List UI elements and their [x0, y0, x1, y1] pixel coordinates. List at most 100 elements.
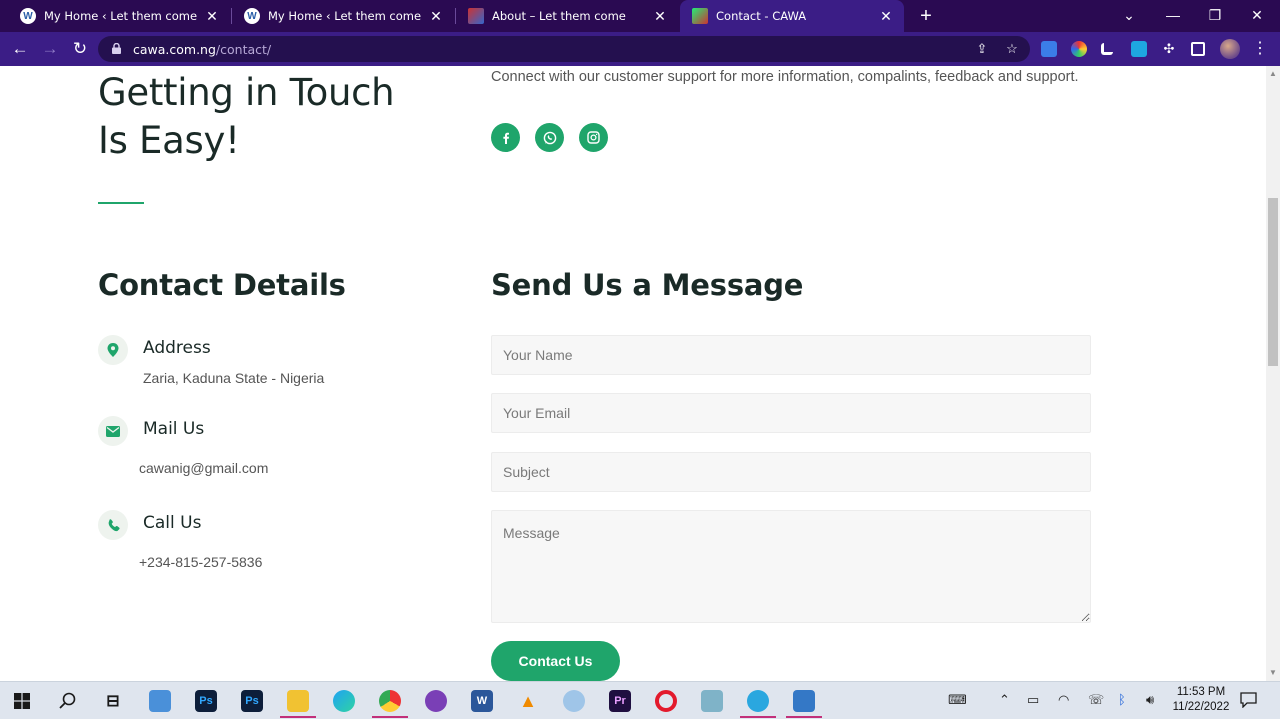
bookmark-star-icon[interactable]: ☆: [1004, 41, 1020, 57]
photoshop-2-icon[interactable]: Ps: [241, 690, 263, 712]
battery-icon[interactable]: ▭: [1027, 692, 1039, 708]
page-scrollbar[interactable]: ▲ ▼: [1266, 66, 1280, 681]
opera-icon[interactable]: [655, 690, 677, 712]
word-icon[interactable]: W: [471, 690, 493, 712]
close-icon[interactable]: ✕: [878, 8, 894, 25]
address-icon-badge: [98, 335, 128, 365]
contact-details-title: Contact Details: [98, 268, 346, 302]
side-panel-icon[interactable]: [1191, 42, 1205, 56]
windows-start-icon[interactable]: [14, 693, 30, 709]
intro-text: Connect with our customer support for mo…: [491, 69, 1079, 85]
extension-docs-icon[interactable]: [1041, 41, 1057, 57]
wifi-icon[interactable]: ◠: [1058, 692, 1069, 708]
close-icon[interactable]: ✕: [652, 8, 668, 25]
extension-color-icon[interactable]: [1071, 41, 1087, 57]
call-label: Call Us: [143, 513, 202, 533]
mail-label: Mail Us: [143, 419, 205, 439]
instagram-link[interactable]: [579, 123, 608, 152]
new-tab-button[interactable]: +: [914, 4, 938, 28]
scrollbar-thumb[interactable]: [1268, 198, 1278, 366]
mail-icon-badge: [98, 416, 128, 446]
extensions-puzzle-icon[interactable]: ✣: [1161, 41, 1177, 57]
chevron-up-icon[interactable]: ⌃: [999, 692, 1010, 708]
task-view-icon[interactable]: ⊟: [102, 690, 124, 712]
browser-toolbar: ← → ↻ cawa.com.ng/contact/ ⇪ ☆ ✣ ⋮: [0, 32, 1280, 66]
tab-title: My Home ‹ Let them come — WordPress: [44, 9, 198, 23]
network-app-icon[interactable]: [563, 690, 585, 712]
address-bar[interactable]: cawa.com.ng/contact/ ⇪ ☆: [98, 36, 1030, 62]
contact-us-button[interactable]: Contact Us: [491, 641, 620, 681]
telegram-icon[interactable]: [747, 690, 769, 712]
restore-button[interactable]: ❐: [1194, 0, 1236, 32]
call-value[interactable]: +234-815-257-5836: [139, 554, 262, 570]
address-label: Address: [143, 338, 211, 358]
running-indicator: [280, 716, 316, 718]
lock-icon: [112, 43, 121, 54]
extension-chart-icon[interactable]: [1101, 43, 1113, 55]
wordpress-icon: W: [244, 8, 260, 24]
minimize-button[interactable]: —: [1152, 0, 1194, 32]
address-value: Zaria, Kaduna State - Nigeria: [143, 370, 325, 386]
message-field[interactable]: [491, 510, 1091, 623]
email-field[interactable]: [491, 393, 1091, 433]
meet-icon[interactable]: ☏: [1088, 692, 1104, 708]
scroll-down-arrow-icon[interactable]: ▼: [1269, 669, 1277, 677]
tab-my-home-1[interactable]: W My Home ‹ Let them come — WordPress ✕: [8, 0, 230, 32]
tab-contact[interactable]: Contact - CAWA ✕: [680, 0, 904, 32]
tab-search-icon[interactable]: ⌄: [1108, 0, 1150, 32]
tab-title: About – Let them come: [492, 9, 626, 23]
github-icon[interactable]: [425, 690, 447, 712]
running-indicator: [786, 716, 822, 718]
instagram-icon: [587, 131, 600, 144]
send-message-title: Send Us a Message: [491, 268, 804, 302]
menu-kebab-icon[interactable]: ⋮: [1252, 39, 1268, 59]
url-path: /contact/: [215, 42, 272, 57]
facebook-link[interactable]: [491, 123, 520, 152]
running-indicator: [372, 716, 408, 718]
tab-title: My Home ‹ Let them come — WordPress: [268, 9, 422, 23]
bluetooth-icon[interactable]: ᛒ: [1118, 692, 1126, 707]
notifications-icon[interactable]: [1240, 692, 1257, 708]
close-icon[interactable]: ✕: [204, 8, 220, 25]
running-indicator: [740, 716, 776, 718]
tab-about[interactable]: About – Let them come ✕: [456, 0, 678, 32]
vlc-icon[interactable]: ▲: [517, 690, 539, 712]
url-text: cawa.com.ng/contact/: [133, 42, 271, 57]
app-icon[interactable]: [701, 690, 723, 712]
volume-icon[interactable]: 🔊︎: [1146, 692, 1154, 708]
window-close-button[interactable]: ✕: [1236, 0, 1278, 32]
map-pin-icon: [107, 343, 119, 357]
hero-title-line-2: Is Easy!: [98, 119, 240, 162]
profile-avatar[interactable]: [1220, 39, 1240, 59]
facebook-icon: [502, 132, 509, 144]
url-host: cawa.com.ng: [133, 42, 216, 57]
scroll-up-arrow-icon[interactable]: ▲: [1269, 70, 1277, 78]
phone-icon-badge: [98, 510, 128, 540]
file-explorer-icon[interactable]: [287, 690, 309, 712]
extension-download-icon[interactable]: [1131, 41, 1147, 57]
clock-date: 11/22/2022: [1172, 701, 1230, 713]
clock-time: 11:53 PM: [1176, 686, 1226, 698]
edge-icon[interactable]: [333, 690, 355, 712]
chrome-icon[interactable]: [379, 690, 401, 712]
whatsapp-link[interactable]: [535, 123, 564, 152]
clock[interactable]: 11:53 PM 11/22/2022: [1170, 685, 1232, 715]
photos-icon[interactable]: [793, 690, 815, 712]
phone-icon: [108, 518, 120, 531]
search-icon[interactable]: [59, 692, 76, 709]
premiere-icon[interactable]: Pr: [609, 690, 631, 712]
subject-field[interactable]: [491, 452, 1091, 492]
close-icon[interactable]: ✕: [428, 8, 444, 25]
share-icon[interactable]: ⇪: [974, 41, 990, 57]
keyboard-icon[interactable]: ⌨: [948, 692, 967, 708]
reload-button[interactable]: ↻: [68, 37, 92, 61]
mail-value[interactable]: cawanig@gmail.com: [139, 460, 268, 476]
forward-button[interactable]: →: [38, 37, 62, 61]
hero-title-line-1: Getting in Touch: [98, 71, 395, 114]
back-button[interactable]: ←: [8, 37, 32, 61]
tab-my-home-2[interactable]: W My Home ‹ Let them come — WordPress ✕: [232, 0, 454, 32]
name-field[interactable]: [491, 335, 1091, 375]
explorer-window-icon[interactable]: [149, 690, 171, 712]
taskbar: ⊟ Ps Ps W ▲ Pr ⌨ ⌃ ▭ ◠ ☏ ᛒ 🔊︎ 11:53 PM 1…: [0, 681, 1280, 719]
photoshop-icon[interactable]: Ps: [195, 690, 217, 712]
